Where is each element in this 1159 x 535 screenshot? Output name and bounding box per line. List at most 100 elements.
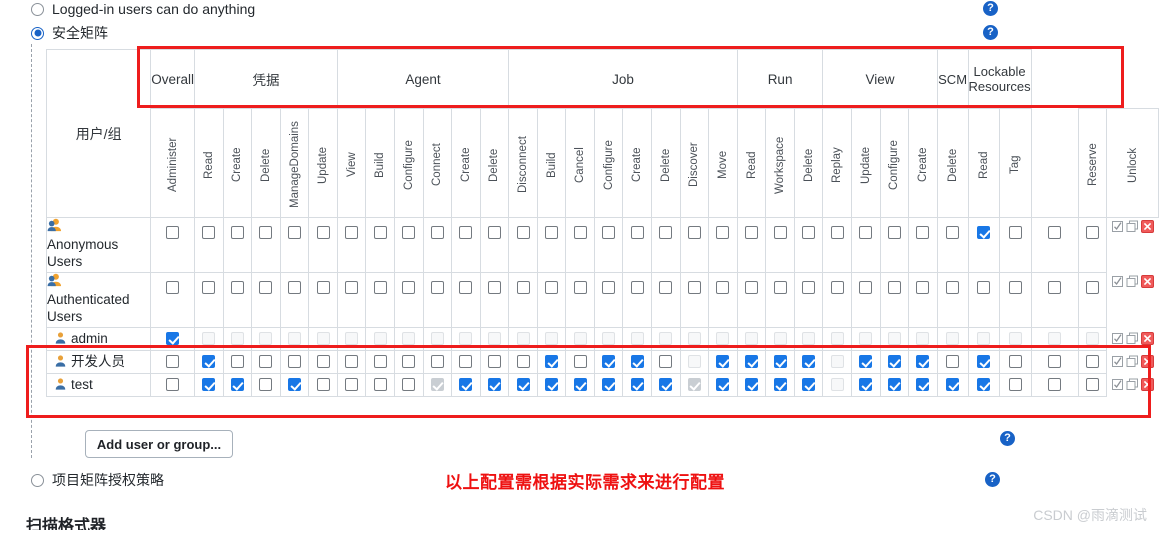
permission-checkbox[interactable]	[1048, 378, 1062, 392]
matrix-cell-connect[interactable]	[422, 272, 453, 328]
permission-checkbox[interactable]	[887, 226, 901, 240]
help-icon-project-matrix[interactable]: ?	[985, 472, 1000, 487]
matrix-cell-create[interactable]	[622, 349, 653, 374]
copy-icon[interactable]	[1126, 220, 1139, 233]
permission-checkbox[interactable]	[487, 281, 501, 295]
permission-checkbox[interactable]	[430, 226, 444, 240]
permission-checkbox[interactable]	[1008, 226, 1022, 240]
permission-checkbox[interactable]	[1008, 281, 1022, 295]
copy-icon[interactable]	[1126, 378, 1139, 391]
permission-checkbox[interactable]	[916, 378, 930, 392]
matrix-cell-delete[interactable]	[793, 349, 824, 374]
matrix-cell-create[interactable]	[908, 349, 938, 374]
matrix-cell-configure[interactable]	[393, 372, 424, 397]
matrix-cell-replay[interactable]	[822, 272, 852, 328]
matrix-cell-unlock[interactable]	[1077, 272, 1108, 328]
permission-checkbox[interactable]	[573, 355, 587, 369]
matrix-cell-delete[interactable]	[793, 217, 824, 273]
permission-checkbox[interactable]	[345, 378, 359, 392]
permission-checkbox[interactable]	[1086, 355, 1099, 369]
matrix-cell-create[interactable]	[622, 217, 653, 273]
permission-checkbox[interactable]	[573, 378, 587, 392]
matrix-cell-update[interactable]	[850, 327, 881, 351]
copy-icon[interactable]	[1126, 355, 1139, 368]
matrix-cell-replay[interactable]	[822, 372, 852, 397]
matrix-cell-view[interactable]	[336, 217, 367, 273]
permission-checkbox[interactable]	[773, 226, 787, 240]
matrix-cell-connect[interactable]	[422, 327, 453, 351]
matrix-cell-create[interactable]	[451, 217, 481, 273]
matrix-cell-cancel[interactable]	[565, 217, 595, 273]
permission-checkbox[interactable]	[259, 378, 273, 392]
radio-project-matrix[interactable]	[31, 473, 44, 487]
matrix-cell-unlock[interactable]	[1077, 217, 1108, 273]
matrix-cell-read[interactable]	[194, 217, 224, 273]
permission-checkbox[interactable]	[687, 281, 701, 295]
matrix-cell-managedomains[interactable]	[279, 217, 310, 273]
permission-checkbox[interactable]	[288, 281, 302, 295]
permission-checkbox[interactable]	[830, 281, 844, 295]
permission-checkbox[interactable]	[745, 281, 759, 295]
permission-checkbox[interactable]	[887, 281, 901, 295]
matrix-cell-delete[interactable]	[793, 327, 824, 351]
matrix-cell-configure[interactable]	[879, 327, 910, 351]
permission-checkbox[interactable]	[802, 281, 816, 295]
permission-checkbox[interactable]	[166, 355, 180, 369]
select-all-icon[interactable]	[1111, 275, 1124, 288]
permission-checkbox[interactable]	[745, 355, 759, 369]
permission-checkbox[interactable]	[345, 281, 359, 295]
matrix-cell-update[interactable]	[850, 372, 881, 397]
option-project-matrix[interactable]: 项目矩阵授权策略	[31, 472, 164, 488]
permission-checkbox[interactable]	[659, 281, 673, 295]
permission-checkbox[interactable]	[373, 281, 387, 295]
permission-checkbox[interactable]	[230, 378, 244, 392]
permission-checkbox[interactable]	[630, 226, 644, 240]
permission-checkbox[interactable]	[745, 378, 759, 392]
permission-checkbox[interactable]	[545, 226, 559, 240]
permission-checkbox[interactable]	[573, 226, 587, 240]
permission-checkbox[interactable]	[1086, 378, 1099, 392]
matrix-cell-delete[interactable]	[479, 372, 510, 397]
matrix-cell-administer[interactable]	[150, 372, 196, 397]
permission-checkbox[interactable]	[573, 281, 587, 295]
select-all-icon[interactable]	[1111, 355, 1124, 368]
matrix-cell-create[interactable]	[451, 272, 481, 328]
matrix-cell-disconnect[interactable]	[508, 349, 538, 374]
permission-checkbox[interactable]	[430, 281, 444, 295]
permission-checkbox[interactable]	[802, 355, 816, 369]
matrix-cell-unlock[interactable]	[1077, 372, 1108, 397]
matrix-cell-create[interactable]	[908, 372, 938, 397]
matrix-cell-view[interactable]	[336, 272, 367, 328]
radio-logged-in-users[interactable]	[31, 2, 44, 16]
permission-checkbox[interactable]	[202, 281, 216, 295]
matrix-cell-build[interactable]	[536, 372, 567, 397]
matrix-cell-build[interactable]	[365, 272, 395, 328]
matrix-cell-reserve[interactable]	[1030, 327, 1079, 351]
permission-checkbox[interactable]	[802, 378, 816, 392]
matrix-cell-configure[interactable]	[393, 217, 424, 273]
matrix-cell-replay[interactable]	[822, 217, 852, 273]
permission-checkbox[interactable]	[745, 226, 759, 240]
matrix-cell-move[interactable]	[708, 349, 738, 374]
matrix-cell-delete[interactable]	[479, 217, 510, 273]
permission-checkbox[interactable]	[859, 281, 873, 295]
matrix-cell-create[interactable]	[622, 372, 653, 397]
permission-checkbox[interactable]	[202, 226, 216, 240]
matrix-cell-replay[interactable]	[822, 327, 852, 351]
matrix-cell-delete[interactable]	[793, 272, 824, 328]
remove-icon[interactable]	[1141, 332, 1155, 346]
permission-checkbox[interactable]	[402, 226, 416, 240]
matrix-cell-connect[interactable]	[422, 217, 453, 273]
matrix-cell-read[interactable]	[967, 217, 1001, 273]
matrix-cell-read[interactable]	[194, 372, 224, 397]
permission-checkbox[interactable]	[516, 378, 530, 392]
permission-checkbox[interactable]	[166, 281, 180, 295]
matrix-cell-configure[interactable]	[593, 349, 624, 374]
remove-icon[interactable]	[1141, 355, 1155, 369]
permission-checkbox[interactable]	[773, 378, 787, 392]
permission-checkbox[interactable]	[316, 355, 330, 369]
matrix-cell-reserve[interactable]	[1030, 272, 1079, 328]
matrix-cell-cancel[interactable]	[565, 349, 595, 374]
matrix-cell-create[interactable]	[908, 272, 938, 328]
matrix-cell-build[interactable]	[365, 217, 395, 273]
